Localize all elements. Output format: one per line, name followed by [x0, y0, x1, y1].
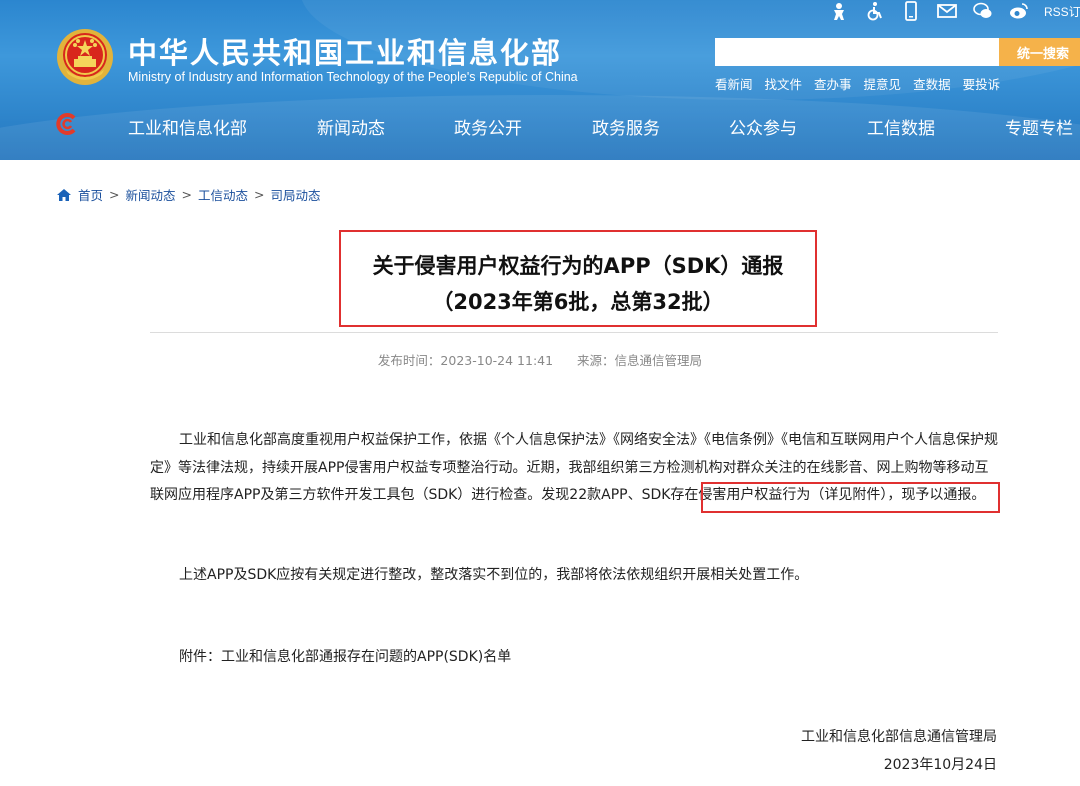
quick-link-services[interactable]: 查办事: [814, 74, 852, 93]
attachment-link[interactable]: 附件：工业和信息化部通报存在问题的APP(SDK)名单: [150, 644, 998, 672]
quick-links: 看新闻 找文件 查办事 提意见 查数据 要投诉: [715, 74, 1000, 93]
mobile-icon[interactable]: [900, 1, 922, 21]
site-title[interactable]: 中华人民共和国工业和信息化部: [128, 30, 562, 72]
breadcrumb-news[interactable]: 新闻动态: [126, 185, 176, 204]
nav-item-miit[interactable]: 工业和信息化部: [128, 114, 247, 139]
breadcrumb-separator: >: [109, 187, 120, 202]
breadcrumb-department-news[interactable]: 司局动态: [271, 185, 321, 204]
article-title-batch: （2023年第6批，总第32批）: [432, 290, 724, 314]
wheelchair-icon[interactable]: [864, 1, 886, 21]
nav-item-public-participation[interactable]: 公众参与: [729, 114, 797, 139]
national-emblem-icon[interactable]: [56, 28, 114, 86]
breadcrumb: 首页 > 新闻动态 > 工信动态 > 司局动态: [56, 185, 321, 204]
article-paragraph-2: 上述APP及SDK应按有关规定进行整改，整改落实不到位的，我部将依法依规组织开展…: [179, 567, 809, 583]
nav-item-news[interactable]: 新闻动态: [317, 114, 385, 139]
title-divider: [150, 332, 998, 333]
breadcrumb-separator: >: [254, 187, 265, 202]
breadcrumb-industry-news[interactable]: 工信动态: [198, 185, 248, 204]
search-input[interactable]: [715, 38, 999, 66]
key-finding-highlight: [701, 482, 1000, 513]
site-subtitle: Ministry of Industry and Information Tec…: [128, 70, 578, 84]
search-button[interactable]: 统一搜索: [999, 38, 1080, 66]
quick-link-feedback[interactable]: 提意见: [864, 74, 902, 93]
miit-logo-icon[interactable]: [54, 112, 78, 136]
main-nav: 工业和信息化部 新闻动态 政务公开 政务服务 公众参与 工信数据 专题专栏: [0, 104, 1080, 144]
article-meta: 发布时间：2023-10-24 11:41 来源：信息通信管理局: [0, 350, 1080, 369]
nav-item-government-affairs[interactable]: 政务公开: [454, 114, 522, 139]
quick-link-news[interactable]: 看新闻: [715, 74, 753, 93]
site-header: 中华人民共和国工业和信息化部 Ministry of Industry and …: [0, 0, 1080, 160]
article-title-highlight: 关于侵害用户权益行为的APP（SDK）通报 （2023年第6批，总第32批）: [339, 230, 817, 327]
signature-issuer: 工业和信息化部信息通信管理局: [801, 729, 997, 745]
quick-link-files[interactable]: 找文件: [765, 74, 803, 93]
nav-item-special-topics[interactable]: 专题专栏: [1005, 114, 1073, 139]
top-utility-bar: RSS订: [828, 0, 1080, 22]
rss-link[interactable]: RSS订: [1044, 3, 1080, 20]
quick-link-data[interactable]: 查数据: [913, 74, 951, 93]
mail-icon[interactable]: [936, 1, 958, 21]
breadcrumb-separator: >: [181, 187, 192, 202]
article-title: 关于侵害用户权益行为的APP（SDK）通报: [372, 254, 784, 278]
quick-link-complaint[interactable]: 要投诉: [963, 74, 1001, 93]
wechat-icon[interactable]: [972, 1, 994, 21]
accessibility-care-icon[interactable]: [828, 1, 850, 21]
home-icon[interactable]: [56, 188, 72, 202]
signature-date: 2023年10月24日: [883, 757, 997, 773]
weibo-icon[interactable]: [1008, 1, 1030, 21]
nav-item-services[interactable]: 政务服务: [592, 114, 660, 139]
nav-item-data[interactable]: 工信数据: [867, 114, 935, 139]
publish-time: 发布时间：2023-10-24 11:41: [377, 353, 554, 368]
article-source: 来源：信息通信管理局: [577, 353, 703, 368]
breadcrumb-home[interactable]: 首页: [78, 185, 103, 204]
